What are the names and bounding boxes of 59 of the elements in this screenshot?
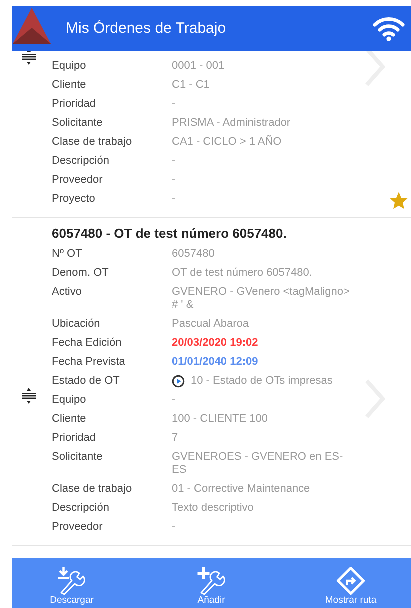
field-value: 6057480 (172, 248, 216, 261)
field-label: Descripción (52, 502, 110, 515)
field-value: GVENERO - GVenero <tagMaligno> # ' & (172, 286, 351, 312)
chevron-right-icon[interactable] (365, 51, 385, 87)
star-icon[interactable] (389, 191, 409, 211)
field-value: CA1 - CICLO > 1 AÑO (172, 136, 283, 149)
plus-wrench-icon (196, 567, 226, 595)
field-label: Cliente (52, 413, 88, 426)
field-label: Proyecto (52, 193, 96, 206)
route-sign-icon (336, 567, 366, 595)
field-value: 7 (172, 432, 180, 445)
field-value: - (172, 174, 177, 187)
field-label: Nº OT (52, 248, 84, 261)
field-value: - (172, 155, 177, 168)
field-label: Solicitante (52, 117, 104, 130)
field-value: - (172, 394, 177, 407)
reorder-handle-icon[interactable] (22, 51, 36, 65)
toolbar-button[interactable]: Añadir (162, 558, 262, 608)
field-value: 100 - CLIENTE 100 (172, 413, 269, 426)
field-value: 01/01/2040 12:09 (172, 356, 260, 369)
toolbar-button[interactable]: Mostrar ruta (301, 558, 401, 608)
wifi-icon (373, 16, 405, 42)
triangle-logo-icon (12, 6, 52, 46)
field-label: Ubicación (52, 318, 102, 331)
field-label: Activo (52, 286, 83, 300)
play-circle-icon (172, 375, 185, 388)
field-label: Prioridad (52, 98, 98, 111)
field-label: Clase de trabajo (52, 136, 134, 149)
field-value: - (172, 193, 177, 206)
field-label: Equipo (52, 60, 88, 73)
field-label: Fecha Prevista (52, 356, 126, 369)
field-label: Fecha Edición (52, 337, 123, 350)
field-value: - (172, 521, 177, 534)
reorder-handle-icon[interactable] (22, 388, 36, 404)
work-order-title: 6057480 - OT de test número 6057480. (52, 225, 288, 243)
field-label: Equipo (52, 394, 88, 407)
field-label: Proveedor (52, 174, 104, 187)
field-value: Pascual Abaroa (172, 318, 250, 331)
field-value: - (172, 98, 177, 111)
field-value: C1 - C1 (172, 79, 211, 92)
field-value: 0001 - 001 (172, 60, 226, 73)
field-value: 01 - Corrective Maintenance (172, 483, 312, 496)
app-title: Mis Órdenes de Trabajo (66, 20, 228, 37)
download-wrench-icon (57, 567, 87, 595)
field-value: OT de test número 6057480. (172, 267, 314, 280)
field-label: Proveedor (52, 521, 104, 534)
field-value: Texto descriptivo (172, 502, 255, 515)
field-value: 20/03/2020 19:02 (172, 337, 260, 350)
field-label: Denom. OT (52, 267, 110, 280)
field-value: GVENEROES - GVENERO en ES-ES (172, 451, 344, 477)
toolbar-button[interactable]: Descargar (22, 558, 122, 608)
field-label: Cliente (52, 79, 88, 92)
field-label: Estado de OT (52, 375, 121, 388)
field-label: Descripción (52, 155, 110, 168)
field-label: Solicitante (52, 451, 104, 465)
field-value: PRISMA - Administrador (172, 117, 292, 130)
field-value: 10 - Estado de OTs impresas (191, 375, 333, 388)
field-label: Prioridad (52, 432, 98, 445)
field-label: Clase de trabajo (52, 483, 134, 496)
